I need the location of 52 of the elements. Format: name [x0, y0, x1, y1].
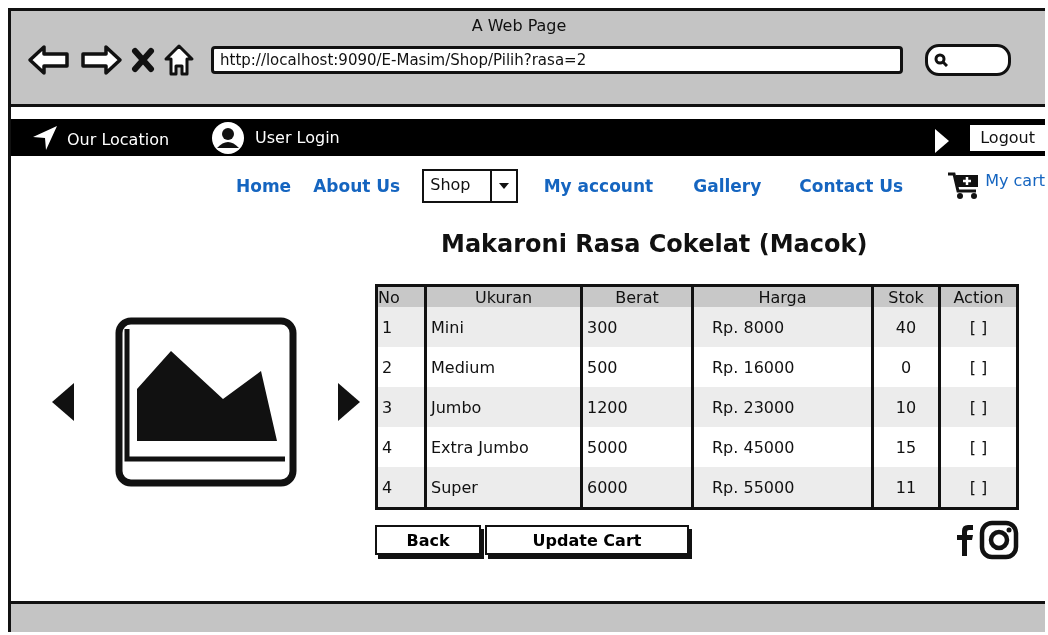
- column-header: Berat: [581, 285, 693, 307]
- search-field[interactable]: [925, 44, 1011, 76]
- top-bar-link[interactable]: Our Location: [67, 130, 170, 149]
- table-cell: 300: [581, 307, 693, 347]
- nav-link[interactable]: About Us: [313, 176, 401, 196]
- cart-link[interactable]: My cart: [985, 171, 1045, 190]
- product-title: Makaroni Rasa Cokelat (Macok): [441, 230, 869, 260]
- table-cell: 1: [376, 307, 426, 347]
- caret-icon: [497, 182, 510, 190]
- table-cell: 10: [872, 387, 940, 427]
- column-header: Ukuran: [425, 285, 582, 307]
- table-cell: Mini: [425, 307, 582, 347]
- table-cell: 1200: [581, 387, 693, 427]
- table-cell: 4: [376, 467, 426, 509]
- nav-dropdown[interactable]: Shop: [422, 169, 518, 203]
- user-icon: [211, 120, 245, 155]
- window-title: A Web Page: [470, 15, 568, 35]
- next-arrow-icon[interactable]: [337, 382, 361, 422]
- home-icon[interactable]: [163, 43, 195, 77]
- table-cell: Rp. 8000: [692, 307, 873, 347]
- nav-link[interactable]: My account: [543, 176, 654, 196]
- table-cell: Jumbo: [425, 387, 582, 427]
- column-header: No: [376, 285, 426, 307]
- facebook-icon[interactable]: [955, 524, 975, 556]
- play-icon[interactable]: [934, 127, 951, 154]
- table-cell: 11: [872, 467, 940, 509]
- instagram-icon[interactable]: [979, 520, 1019, 560]
- table-cell: Rp. 23000: [692, 387, 873, 427]
- table-cell: Rp. 55000: [692, 467, 873, 509]
- table-cell: 40: [872, 307, 940, 347]
- location-arrow-icon: [31, 123, 59, 152]
- column-header: Harga: [692, 285, 873, 307]
- nav-link[interactable]: Home: [236, 176, 292, 196]
- table-cell: 6000: [581, 467, 693, 509]
- search-icon: [934, 53, 948, 67]
- nav-link[interactable]: Gallery: [693, 176, 762, 196]
- back-icon[interactable]: [27, 44, 71, 76]
- image-placeholder-icon: [115, 317, 297, 487]
- table-cell: [ ]: [939, 387, 1018, 427]
- table-cell: Super: [425, 467, 582, 509]
- previous-arrow-icon[interactable]: [51, 382, 75, 422]
- address-bar[interactable]: http://localhost:9090/E-Masim/Shop/Pilih?rasa=2: [211, 46, 903, 74]
- table-cell: [ ]: [939, 467, 1018, 509]
- close-icon[interactable]: [131, 47, 155, 73]
- column-header: Stok: [872, 285, 940, 307]
- forward-icon[interactable]: [79, 44, 123, 76]
- table-cell: 3: [376, 387, 426, 427]
- logout-button[interactable]: Logout: [970, 124, 1045, 151]
- column-header: Action: [939, 285, 1018, 307]
- nav-link[interactable]: Contact Us: [799, 176, 904, 196]
- top-bar-link[interactable]: User Login: [255, 128, 340, 147]
- table-cell: [ ]: [939, 307, 1018, 347]
